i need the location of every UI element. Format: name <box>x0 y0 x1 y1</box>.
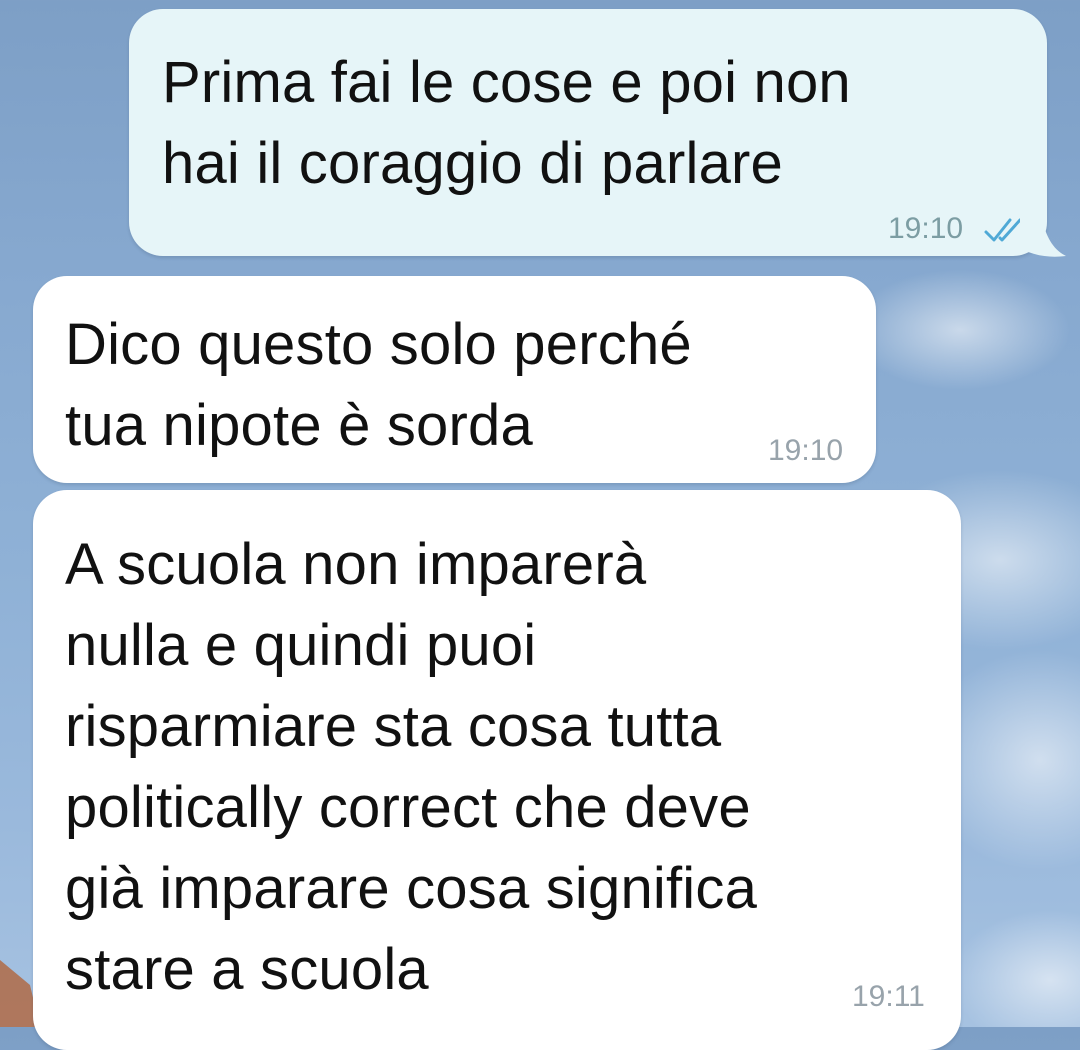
outgoing-message-bubble[interactable]: Prima fai le cose e poi non hai il corag… <box>129 9 1047 256</box>
message-text: A scuola non imparerà nulla e quindi puo… <box>65 532 758 1002</box>
bubble-tail <box>1020 218 1066 257</box>
message-time: 19:11 <box>852 980 925 1013</box>
message-time: 19:10 <box>888 212 964 245</box>
incoming-message-bubble[interactable]: Dico questo solo perché tua nipote è sor… <box>33 276 876 483</box>
message-text: Dico questo solo perché tua nipote è sor… <box>65 312 692 458</box>
message-time: 19:10 <box>768 434 844 467</box>
message-text: Prima fai le cose e poi non hai il corag… <box>162 50 851 196</box>
incoming-message-bubble[interactable]: A scuola non imparerà nulla e quindi puo… <box>33 490 961 1050</box>
